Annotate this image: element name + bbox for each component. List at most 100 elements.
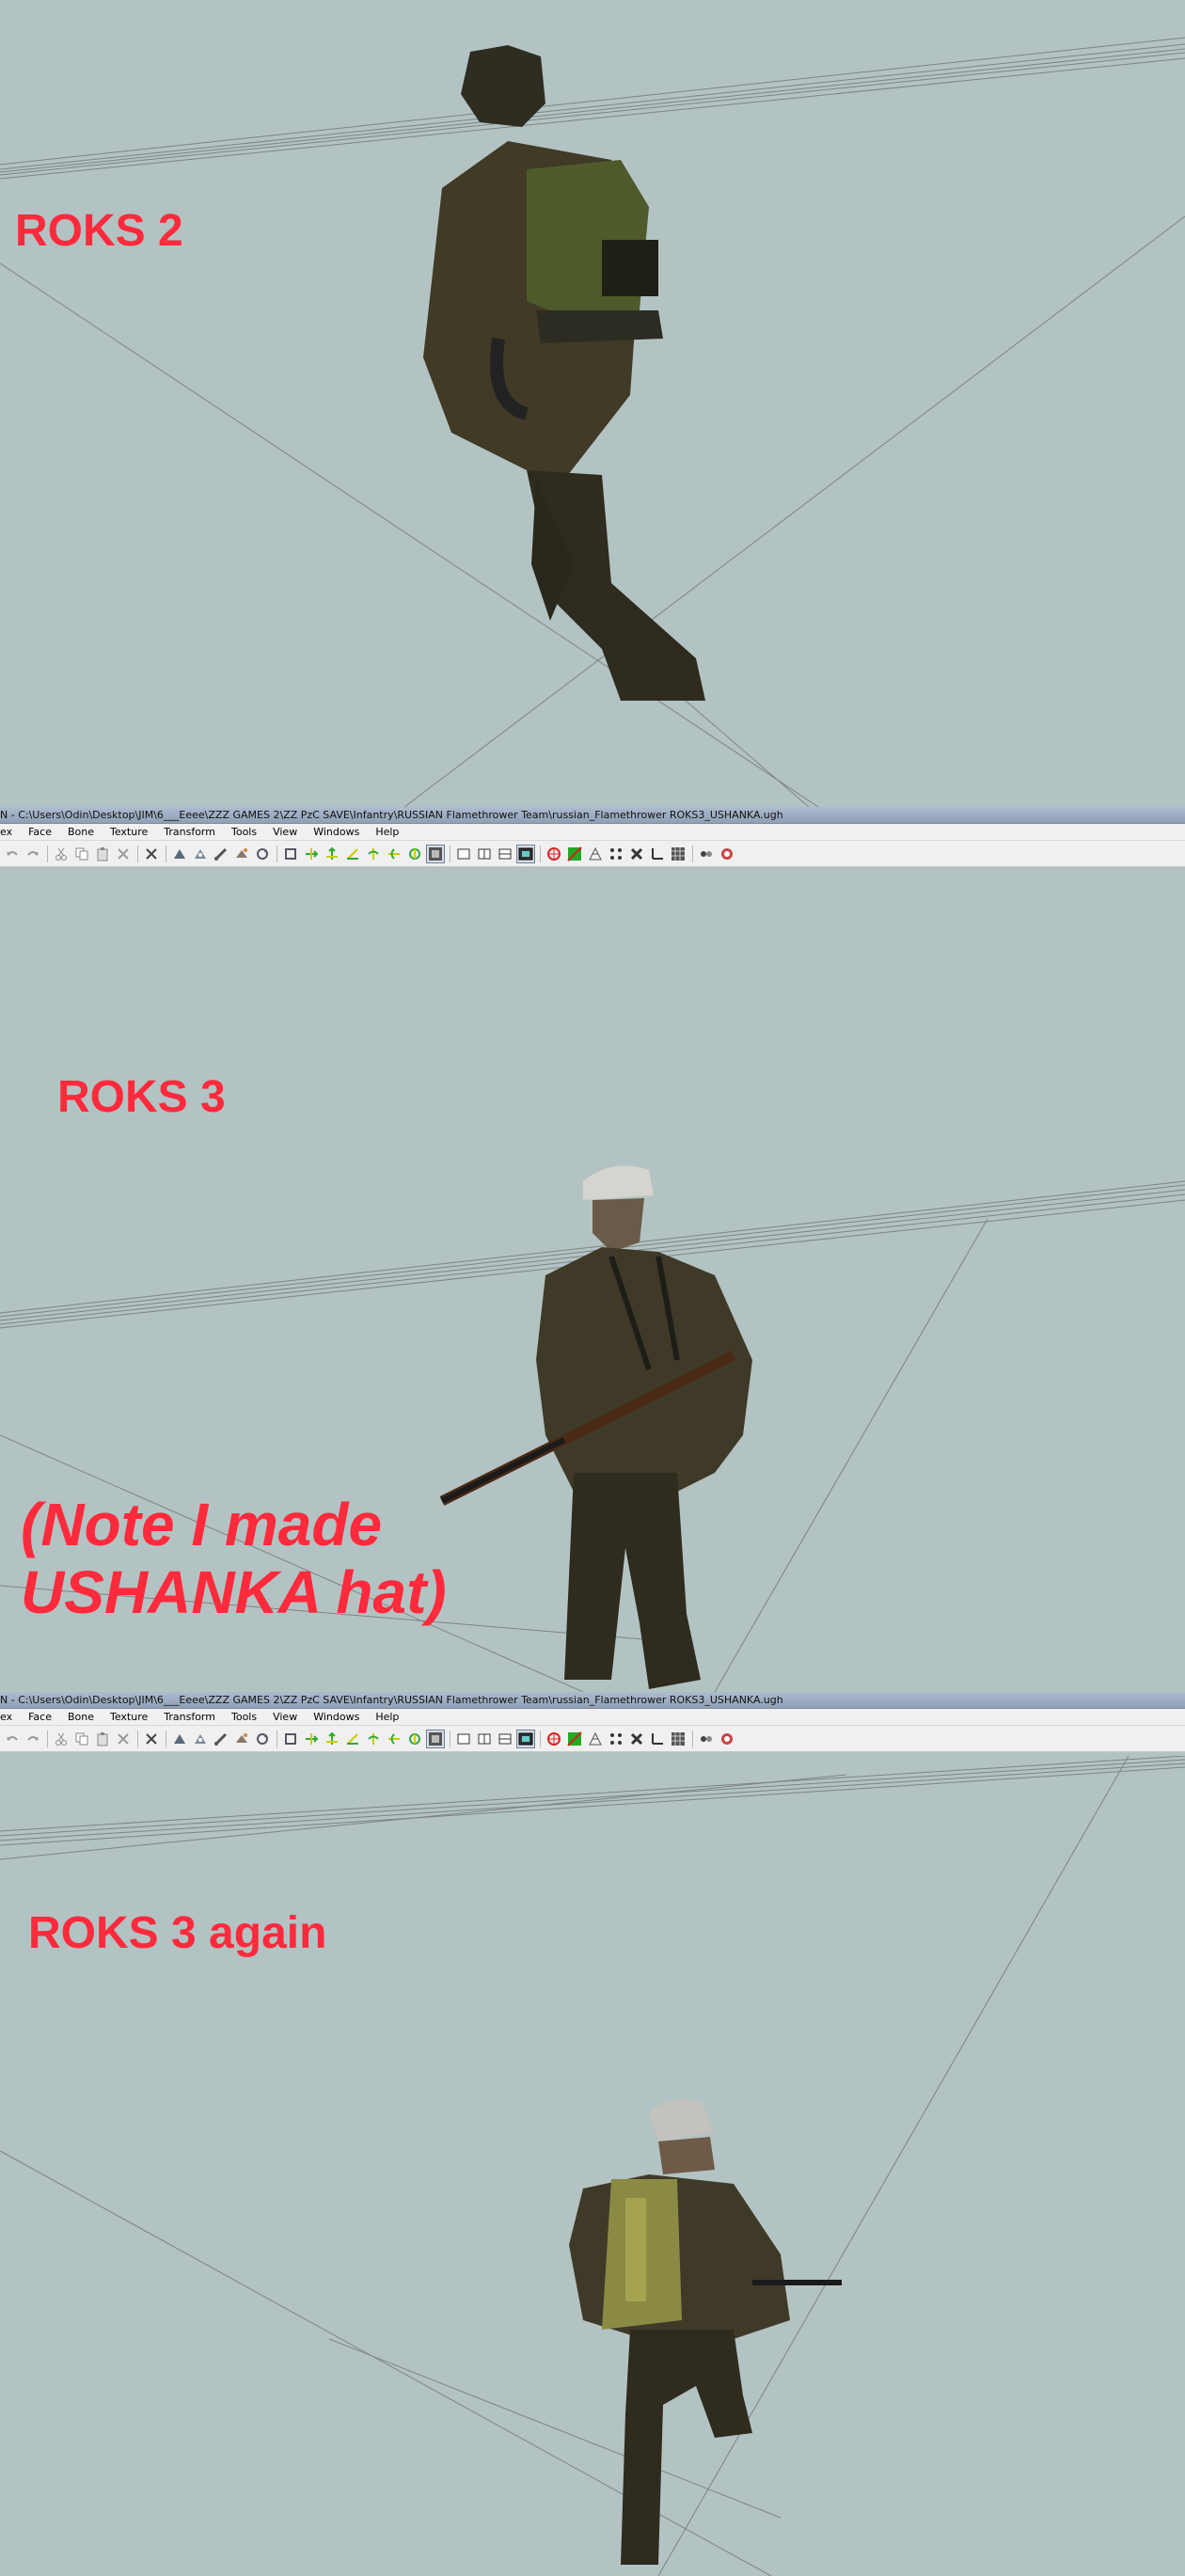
menu-ex[interactable]: ex xyxy=(0,1709,21,1726)
view-side-icon[interactable] xyxy=(476,1731,493,1747)
light-icon[interactable] xyxy=(698,845,715,862)
toolbar-separator xyxy=(137,1730,138,1747)
bone-select-icon[interactable] xyxy=(213,1731,229,1747)
view-side-icon[interactable] xyxy=(476,845,493,862)
rotate-icon[interactable] xyxy=(254,1731,271,1747)
viewport-3[interactable]: ROKS 3 again xyxy=(0,1756,1185,2576)
rotate-y-icon[interactable] xyxy=(386,1731,403,1747)
viewport-2-label: ROKS 3 xyxy=(57,1072,226,1122)
toolbar-separator xyxy=(47,845,48,862)
copy-icon[interactable] xyxy=(73,1731,90,1747)
view-top-icon[interactable] xyxy=(497,845,514,862)
paste-icon[interactable] xyxy=(94,845,111,862)
vertex-select-icon[interactable] xyxy=(171,1731,188,1747)
bones-icon[interactable] xyxy=(628,845,645,862)
view-persp-icon[interactable] xyxy=(516,1729,535,1748)
rotate-x-icon[interactable] xyxy=(365,1731,382,1747)
move-y-icon[interactable] xyxy=(324,845,340,862)
toolbar-separator xyxy=(47,1730,48,1747)
menu-face[interactable]: Face xyxy=(21,824,60,841)
target-icon[interactable] xyxy=(545,845,562,862)
menu-transform[interactable]: Transform xyxy=(156,1709,224,1726)
move-z-icon[interactable] xyxy=(344,845,361,862)
move-x-icon[interactable] xyxy=(303,1731,320,1747)
undo-icon[interactable] xyxy=(4,845,21,862)
redo-icon[interactable] xyxy=(24,1731,41,1747)
window-title-2: N - C:\Users\Odin\Desktop\JIM\6___Eeee\Z… xyxy=(0,1692,1185,1709)
window-title: N - C:\Users\Odin\Desktop\JIM\6___Eeee\Z… xyxy=(0,807,1185,824)
bone-select-icon[interactable] xyxy=(213,845,229,862)
menu-windows[interactable]: Windows xyxy=(306,824,368,841)
paint-icon[interactable] xyxy=(233,845,250,862)
menu-view[interactable]: View xyxy=(265,824,306,841)
points-icon[interactable] xyxy=(608,845,624,862)
move-x-icon[interactable] xyxy=(303,845,320,862)
points-icon[interactable] xyxy=(608,1731,624,1747)
wire-icon[interactable] xyxy=(587,1731,604,1747)
view-persp-icon[interactable] xyxy=(516,844,535,863)
texture-toggle-icon[interactable] xyxy=(566,1731,583,1747)
rotate-y-icon[interactable] xyxy=(386,845,403,862)
rotate-icon[interactable] xyxy=(254,845,271,862)
paint-icon[interactable] xyxy=(233,1731,250,1747)
delete-icon[interactable] xyxy=(115,1731,132,1747)
soldier-roks3-back xyxy=(569,2099,842,2565)
menu-ex[interactable]: ex xyxy=(0,824,21,841)
scene-roks2 xyxy=(0,37,1185,807)
grid-snap-icon[interactable] xyxy=(426,1729,445,1748)
scale-icon[interactable] xyxy=(282,845,299,862)
menu-face[interactable]: Face xyxy=(21,1709,60,1726)
menu-bone[interactable]: Bone xyxy=(60,1709,103,1726)
rotate-x-icon[interactable] xyxy=(365,845,382,862)
toolbar-separator xyxy=(692,845,693,862)
toolbar-separator xyxy=(540,845,541,862)
menu-tools[interactable]: Tools xyxy=(224,1709,265,1726)
close-icon[interactable] xyxy=(143,1731,160,1747)
move-z-icon[interactable] xyxy=(344,1731,361,1747)
light-icon[interactable] xyxy=(698,1731,715,1747)
rotate-z-icon[interactable] xyxy=(406,845,423,862)
scene-roks3-again xyxy=(0,1756,1185,2576)
face-select-icon[interactable] xyxy=(192,1731,209,1747)
menu-texture[interactable]: Texture xyxy=(103,824,156,841)
viewport-2[interactable]: ROKS 3 (Note I made USHANKA hat) xyxy=(0,871,1185,1692)
rotate-z-icon[interactable] xyxy=(406,1731,423,1747)
menu-texture[interactable]: Texture xyxy=(103,1709,156,1726)
bones-icon[interactable] xyxy=(628,1731,645,1747)
grid-snap-icon[interactable] xyxy=(426,844,445,863)
menu-view[interactable]: View xyxy=(265,1709,306,1726)
paste-icon[interactable] xyxy=(94,1731,111,1747)
grid-icon[interactable] xyxy=(670,1731,687,1747)
vertex-select-icon[interactable] xyxy=(171,845,188,862)
move-y-icon[interactable] xyxy=(324,1731,340,1747)
toolbar-separator xyxy=(692,1730,693,1747)
menu-tools[interactable]: Tools xyxy=(224,824,265,841)
view-top-icon[interactable] xyxy=(497,1731,514,1747)
redo-icon[interactable] xyxy=(24,845,41,862)
cut-icon[interactable] xyxy=(53,845,70,862)
render-icon[interactable] xyxy=(719,1731,735,1747)
undo-icon[interactable] xyxy=(4,1731,21,1747)
grid-icon[interactable] xyxy=(670,845,687,862)
menu-help[interactable]: Help xyxy=(368,1709,407,1726)
target-icon[interactable] xyxy=(545,1731,562,1747)
toolbar-2 xyxy=(0,1726,1185,1752)
view-front-icon[interactable] xyxy=(455,1731,472,1747)
scale-icon[interactable] xyxy=(282,1731,299,1747)
delete-icon[interactable] xyxy=(115,845,132,862)
wire-icon[interactable] xyxy=(587,845,604,862)
menu-bone[interactable]: Bone xyxy=(60,824,103,841)
axis-icon[interactable] xyxy=(649,845,666,862)
face-select-icon[interactable] xyxy=(192,845,209,862)
menu-help[interactable]: Help xyxy=(368,824,407,841)
cut-icon[interactable] xyxy=(53,1731,70,1747)
texture-toggle-icon[interactable] xyxy=(566,845,583,862)
menu-transform[interactable]: Transform xyxy=(156,824,224,841)
viewport-1[interactable]: ROKS 2 xyxy=(0,0,1185,807)
copy-icon[interactable] xyxy=(73,845,90,862)
axis-icon[interactable] xyxy=(649,1731,666,1747)
close-icon[interactable] xyxy=(143,845,160,862)
view-front-icon[interactable] xyxy=(455,845,472,862)
render-icon[interactable] xyxy=(719,845,735,862)
menu-windows[interactable]: Windows xyxy=(306,1709,368,1726)
